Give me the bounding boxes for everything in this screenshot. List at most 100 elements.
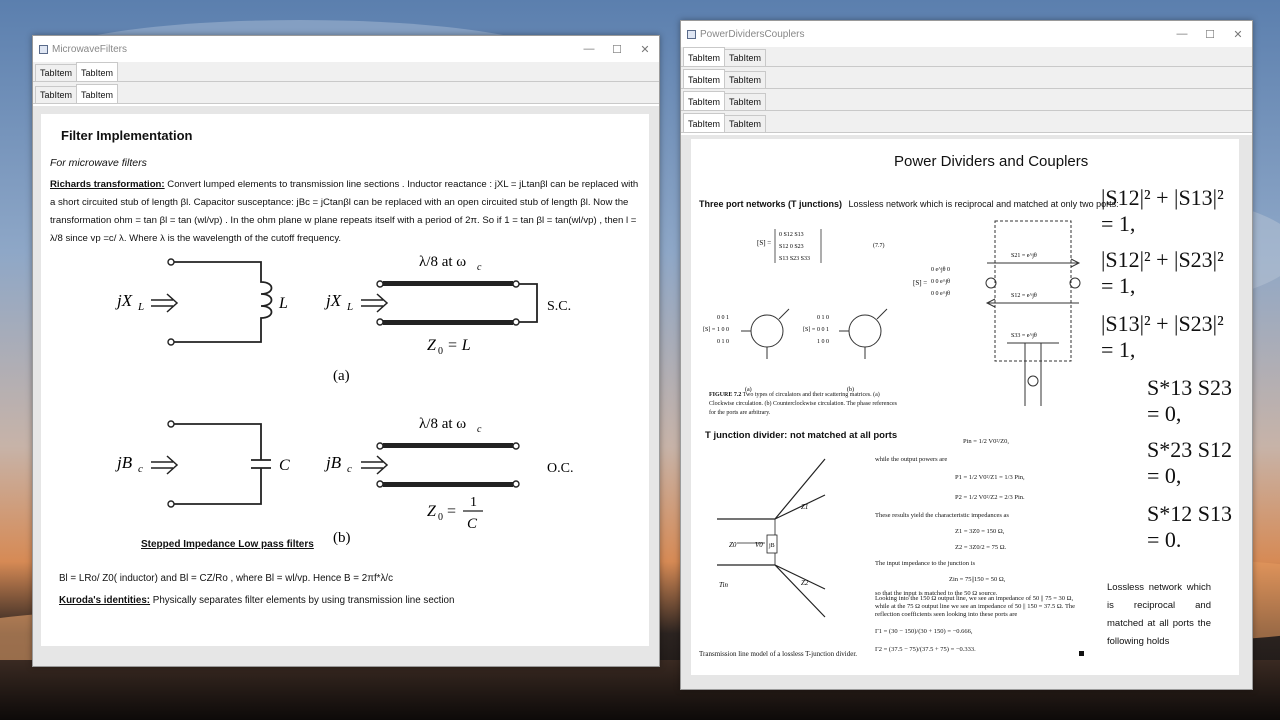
svg-text:[S] =: [S] =: [703, 327, 716, 333]
app-icon: [39, 44, 48, 54]
svg-text:S13 S23 S33: S13 S23 S33: [779, 256, 810, 262]
svg-text:[S] =: [S] =: [757, 239, 771, 247]
tab-strip-1: TabItem TabItem: [681, 47, 1252, 67]
content-area: Power Dividers and Couplers Three port n…: [681, 135, 1252, 689]
s21-label: S21 = e^jθ: [1011, 253, 1037, 259]
kuroda-text: Physically separates filter elements by …: [152, 595, 455, 606]
svg-text:Tin: Tin: [719, 581, 728, 589]
fig-a-caption: (a): [333, 368, 350, 384]
fig-b-C: C: [279, 457, 290, 474]
tab-1-b[interactable]: TabItem: [724, 49, 767, 66]
minimize-icon[interactable]: —: [575, 43, 603, 55]
tab-4-b[interactable]: TabItem: [724, 115, 767, 132]
tab-3-b[interactable]: TabItem: [724, 93, 767, 110]
title-bar: PowerDividersCouplers — ☐ ✕: [681, 21, 1252, 47]
svg-text:Z2: Z2: [801, 579, 809, 587]
s33-label: S33 = e^jθ: [1011, 333, 1037, 339]
inner-tab-strip: TabItem TabItem: [33, 82, 659, 104]
content-area: Filter Implementation For microwave filt…: [33, 106, 659, 666]
svg-text:0 0 e^jθ: 0 0 e^jθ: [931, 291, 950, 297]
tab-1-a[interactable]: TabItem: [683, 47, 726, 66]
svg-text:0: 0: [438, 512, 443, 523]
gamma2-equation: Γ2 = (37.5 − 75)/(37.5 + 75) = −0.333.: [875, 646, 976, 653]
svg-text:c: c: [138, 463, 143, 475]
figure-caption-bold: FIGURE 7.2: [709, 392, 742, 398]
tab-3-a[interactable]: TabItem: [683, 91, 726, 110]
svg-text:L: L: [346, 301, 353, 313]
tab-2-a[interactable]: TabItem: [683, 69, 726, 88]
svg-text:0 1 0: 0 1 0: [717, 339, 729, 345]
s12-label: S12 = e^jθ: [1011, 293, 1037, 299]
svg-text:0 0 e^jθ: 0 0 e^jθ: [931, 279, 950, 285]
equation-6: S*12 S13 = 0.: [1147, 501, 1232, 552]
inner-tab-1[interactable]: TabItem: [35, 86, 78, 103]
fig-a-L: L: [278, 295, 288, 312]
svg-text:= L: = L: [447, 337, 471, 354]
svg-text:S12 0 S23: S12 0 S23: [779, 244, 804, 250]
looking-text: Looking into the 150 Ω output line, we s…: [875, 595, 1076, 618]
equation-2: |S12|² + |S23|² = 1,: [1101, 247, 1224, 298]
slide-page: Filter Implementation For microwave filt…: [41, 114, 649, 646]
svg-text:jB: jB: [115, 453, 133, 472]
svg-text:c: c: [477, 262, 482, 273]
circulator-figure: [S] = 0 S12 S13 S12 0 S23 S13 S23 S33 (7…: [703, 229, 888, 393]
slide-page: Power Dividers and Couplers Three port n…: [691, 139, 1239, 675]
equation-4: S*13 S23 = 0,: [1147, 375, 1232, 426]
svg-text:0 e^jθ 0: 0 e^jθ 0: [931, 267, 950, 273]
eq-number: (7.7): [873, 242, 885, 249]
svg-text:λ/8 at ω: λ/8 at ω: [419, 254, 466, 270]
p2-equation: P2 = 1/2 V0²/Z2 = 2/3 Pin.: [955, 494, 1025, 501]
outer-tab-2[interactable]: TabItem: [76, 62, 119, 81]
equation-3: |S13|² + |S23|² = 1,: [1101, 311, 1224, 362]
stepped-title: Stepped Impedance Low pass filters: [141, 539, 314, 550]
figure-caption: FIGURE 7.2 Two types of circulators and …: [709, 391, 904, 418]
tjunction-caption: Transmission line model of a lossless T-…: [699, 650, 858, 658]
window-title: PowerDividersCouplers: [700, 28, 805, 40]
app-icon: [687, 29, 696, 39]
svg-text:=: =: [447, 503, 456, 520]
slide-heading: Power Dividers and Couplers: [894, 153, 1089, 170]
tab-2-b[interactable]: TabItem: [724, 71, 767, 88]
outer-tab-1[interactable]: TabItem: [35, 64, 78, 81]
svg-text:0 0 1: 0 0 1: [717, 315, 729, 321]
fig-b-num: 1: [470, 495, 477, 510]
svg-text:1 0 0: 1 0 0: [817, 339, 829, 345]
svg-text:λ/8 at ω: λ/8 at ω: [419, 416, 466, 432]
end-square: [1079, 651, 1084, 656]
tab-strip-2: TabItem TabItem: [681, 67, 1252, 89]
window-title: MicrowaveFilters: [52, 43, 128, 55]
svg-text:1 0 0: 1 0 0: [717, 327, 729, 333]
tab-4-a[interactable]: TabItem: [683, 113, 726, 132]
three-port-label: Three port networks (T junctions): [699, 199, 843, 209]
svg-text:jB: jB: [768, 543, 775, 549]
inner-tab-2[interactable]: TabItem: [76, 84, 119, 103]
equation-5: S*23 S12 = 0,: [1147, 437, 1232, 488]
gamma1-equation: Γ1 = (30 − 150)/(30 + 150) = −0.666,: [875, 628, 973, 635]
tjunction-diagram: jB Z0 V0 Z1 Z2 Tin: [717, 458, 826, 618]
kuroda-label: Kuroda's identities:: [59, 595, 151, 606]
three-port-text: Lossless network which is reciprocal and…: [848, 199, 1119, 209]
maximize-icon[interactable]: ☐: [603, 43, 631, 56]
tjunction-label: T junction divider: not matched at all p…: [705, 430, 898, 441]
svg-text:jB: jB: [324, 453, 342, 472]
svg-text:V0: V0: [755, 541, 763, 549]
svg-text:Z0: Z0: [729, 541, 737, 549]
svg-text:0 0 1: 0 0 1: [817, 327, 829, 333]
svg-text:0 1 0: 0 1 0: [817, 315, 829, 321]
richards-figure-b: jB c C jB c λ/8 at ω c O.C. Z 0 = 1 C (b…: [115, 416, 573, 546]
pin-equation: Pin = 1/2 V0²/Z0,: [963, 438, 1009, 445]
maximize-icon[interactable]: ☐: [1196, 28, 1224, 41]
close-icon[interactable]: ✕: [1224, 28, 1252, 41]
fig-a-jxl-left: jX: [115, 291, 133, 310]
equation-1: |S12|² + |S13|² = 1,: [1101, 185, 1224, 236]
fig-b-den: C: [467, 516, 478, 532]
svg-text:L: L: [137, 301, 144, 313]
fig-b-oc: O.C.: [547, 461, 573, 476]
svg-text:jX: jX: [324, 291, 342, 310]
close-icon[interactable]: ✕: [631, 43, 659, 56]
power-dividers-window: PowerDividersCouplers — ☐ ✕ TabItem TabI…: [680, 20, 1253, 690]
svg-text:c: c: [477, 424, 482, 435]
fig-a-sc: S.C.: [547, 299, 571, 314]
output-powers-text: while the output powers are: [875, 456, 948, 463]
minimize-icon[interactable]: —: [1168, 28, 1196, 40]
